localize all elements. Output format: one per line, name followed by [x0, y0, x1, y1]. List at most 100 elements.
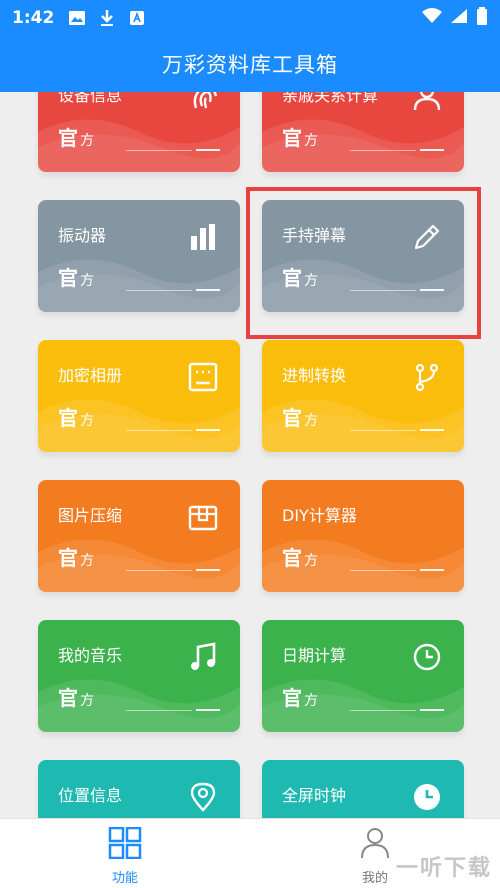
tool-card[interactable]: 我的音乐官方: [38, 620, 240, 732]
divider-accent: [420, 569, 444, 571]
watermark: 一听下载: [395, 856, 492, 881]
tool-card[interactable]: 图片压缩官方: [38, 480, 240, 592]
official-badge-main: 官: [58, 266, 78, 290]
official-badge-sub: 方: [304, 133, 318, 149]
location-icon: [190, 782, 216, 812]
tool-card-title: 设备信息: [58, 92, 123, 105]
status-right: [422, 6, 488, 30]
official-badge: 官方: [58, 122, 94, 151]
divider-accent: [420, 289, 444, 291]
tool-card-title: 全屏时钟: [282, 786, 347, 805]
tool-card-title: 我的音乐: [58, 646, 123, 665]
tool-card[interactable]: DIY计算器官方: [262, 480, 464, 592]
divider-line: [126, 290, 192, 291]
tool-card-title: 位置信息: [58, 786, 123, 805]
official-badge-sub: 方: [80, 413, 94, 429]
album-icon: [188, 362, 218, 392]
branch-icon: [415, 363, 439, 392]
battery-icon: [476, 6, 488, 30]
image-icon: [68, 9, 86, 27]
grid-icon: [108, 826, 142, 863]
download-icon: [98, 9, 116, 27]
clock-icon: [413, 643, 441, 671]
people-icon: [413, 92, 441, 111]
wifi-icon: [422, 7, 442, 29]
divider-line: [126, 570, 192, 571]
nav-label-mine: 我的: [361, 871, 388, 886]
status-bar: 1:42: [0, 0, 500, 36]
divider-accent: [420, 709, 444, 711]
tool-card-title: 振动器: [58, 226, 107, 245]
divider-line: [350, 710, 416, 711]
app-notification-icon: [128, 9, 146, 27]
divider-line: [126, 430, 192, 431]
tool-card[interactable]: 手持弹幕官方: [262, 200, 464, 312]
official-badge-sub: 方: [80, 553, 94, 569]
official-badge-main: 官: [282, 126, 302, 150]
bar-chart-icon: [191, 224, 215, 250]
tool-card[interactable]: 位置信息官方: [38, 760, 240, 818]
divider-line: [350, 150, 416, 151]
nav-label-features: 功能: [111, 871, 138, 886]
fingerprint-icon: [193, 92, 218, 109]
official-badge: 官方: [58, 682, 94, 711]
official-badge-main: 官: [282, 546, 302, 570]
official-badge: 官方: [282, 682, 318, 711]
divider-accent: [196, 709, 220, 711]
official-badge-sub: 方: [304, 553, 318, 569]
divider-accent: [196, 569, 220, 571]
official-badge-main: 官: [282, 406, 302, 430]
tool-card-title: DIY计算器: [282, 506, 357, 525]
divider-accent: [420, 149, 444, 151]
official-badge: 官方: [282, 122, 318, 151]
clock-filled-icon: [414, 784, 440, 810]
official-badge-main: 官: [58, 546, 78, 570]
official-badge-main: 官: [58, 126, 78, 150]
official-badge-sub: 方: [304, 413, 318, 429]
official-badge-main: 官: [58, 686, 78, 710]
divider-accent: [196, 149, 220, 151]
official-badge-sub: 方: [304, 693, 318, 709]
tool-card-title: 加密相册: [58, 366, 123, 385]
music-icon: [191, 642, 216, 670]
tool-card[interactable]: 进制转换官方: [262, 340, 464, 452]
official-badge: 官方: [282, 542, 318, 571]
divider-line: [126, 150, 192, 151]
official-badge: 官方: [58, 542, 94, 571]
tool-card-title: 日期计算: [282, 646, 347, 665]
tool-card-title: 图片压缩: [58, 506, 123, 525]
divider-accent: [196, 289, 220, 291]
tool-card[interactable]: 全屏时钟官方: [262, 760, 464, 818]
tool-card[interactable]: 设备信息官方: [38, 92, 240, 172]
official-badge-sub: 方: [80, 273, 94, 289]
tool-card-title: 手持弹幕: [282, 226, 347, 245]
tool-card[interactable]: 加密相册官方: [38, 340, 240, 452]
divider-line: [350, 290, 416, 291]
official-badge-sub: 方: [80, 693, 94, 709]
official-badge: 官方: [58, 402, 94, 431]
status-time: 1:42: [12, 8, 55, 28]
official-badge-sub: 方: [80, 133, 94, 149]
user-icon: [358, 827, 392, 863]
signal-icon: [450, 8, 468, 29]
official-badge-sub: 方: [304, 273, 318, 289]
tool-card[interactable]: 振动器官方: [38, 200, 240, 312]
official-badge-main: 官: [282, 686, 302, 710]
nav-item-features[interactable]: 功能: [0, 819, 250, 888]
official-badge-main: 官: [58, 406, 78, 430]
tool-card[interactable]: 亲戚关系计算官方: [262, 92, 464, 172]
divider-accent: [420, 429, 444, 431]
tool-card[interactable]: 日期计算官方: [262, 620, 464, 732]
divider-line: [126, 710, 192, 711]
divider-accent: [196, 429, 220, 431]
tool-card-title: 亲戚关系计算: [282, 92, 379, 105]
tool-grid[interactable]: 设备信息官方亲戚关系计算官方振动器官方手持弹幕官方加密相册官方进制转换官方图片压…: [0, 92, 500, 818]
official-badge: 官方: [58, 262, 94, 291]
bottom-nav: 功能 我的 一听下载: [0, 818, 500, 888]
pencil-icon: [414, 224, 440, 250]
app-title: 万彩资料库工具箱: [162, 53, 338, 77]
app-bar: 万彩资料库工具箱: [0, 36, 500, 92]
official-badge-main: 官: [282, 266, 302, 290]
tool-card-title: 进制转换: [282, 366, 347, 385]
official-badge: 官方: [282, 262, 318, 291]
